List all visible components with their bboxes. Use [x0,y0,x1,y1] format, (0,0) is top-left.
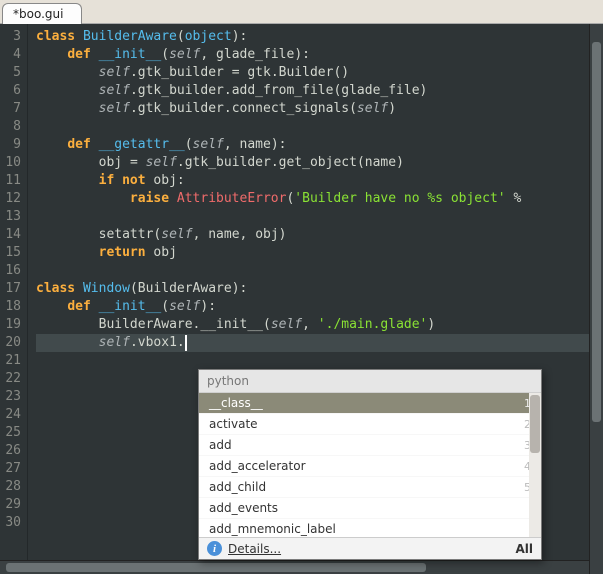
code-line[interactable]: def __init__(self): [36,298,589,316]
code-line[interactable]: def __getattr__(self, name): [36,136,589,154]
line-number: 8 [0,118,21,136]
code-line[interactable]: return obj [36,244,589,262]
autocomplete-item[interactable]: __class__1 [199,393,541,414]
line-number: 29 [0,496,21,514]
tab-bar: *boo.gui [0,0,603,24]
code-line[interactable]: setattr(self, name, obj) [36,226,589,244]
line-number: 7 [0,100,21,118]
vertical-scrollbar-thumb[interactable] [592,42,601,422]
tab-title: *boo.gui [13,7,63,21]
line-number-gutter: 3456789101112131415161718192021222324252… [0,24,28,574]
code-line[interactable]: self.gtk_builder = gtk.Builder() [36,64,589,82]
code-line[interactable]: self.gtk_builder.add_from_file(glade_fil… [36,82,589,100]
code-line[interactable]: raise AttributeError('Builder have no %s… [36,190,589,208]
autocomplete-list[interactable]: __class__1activate2add3add_accelerator4a… [199,393,541,537]
autocomplete-item-label: activate [209,417,258,431]
line-number: 4 [0,46,21,64]
line-number: 23 [0,388,21,406]
line-number: 9 [0,136,21,154]
line-number: 27 [0,460,21,478]
code-line[interactable]: class BuilderAware(object): [36,28,589,46]
autocomplete-item[interactable]: activate2 [199,414,541,435]
line-number: 16 [0,262,21,280]
autocomplete-footer: i Details... All [199,537,541,559]
text-cursor [185,335,187,351]
autocomplete-item-label: __class__ [209,396,263,410]
line-number: 20 [0,334,21,352]
line-number: 10 [0,154,21,172]
file-tab[interactable]: *boo.gui [2,3,82,24]
autocomplete-item[interactable]: add_child5 [199,477,541,498]
code-line[interactable]: def __init__(self, glade_file): [36,46,589,64]
autocomplete-scrollbar[interactable] [529,393,541,537]
code-line[interactable] [36,118,589,136]
line-number: 28 [0,478,21,496]
code-line[interactable]: self.vbox1. [36,334,589,352]
line-number: 12 [0,190,21,208]
vertical-scrollbar[interactable] [589,24,603,574]
autocomplete-item[interactable]: add_mnemonic_label [199,519,541,537]
code-line[interactable] [36,352,589,370]
line-number: 5 [0,64,21,82]
line-number: 21 [0,352,21,370]
line-number: 13 [0,208,21,226]
autocomplete-type-hint: python [199,370,541,393]
autocomplete-item[interactable]: add3 [199,435,541,456]
autocomplete-item-label: add_mnemonic_label [209,522,336,536]
line-number: 17 [0,280,21,298]
line-number: 19 [0,316,21,334]
code-line[interactable]: self.gtk_builder.connect_signals(self) [36,100,589,118]
code-line[interactable]: obj = self.gtk_builder.get_object(name) [36,154,589,172]
line-number: 18 [0,298,21,316]
autocomplete-item-label: add_events [209,501,278,515]
info-icon: i [207,541,222,556]
autocomplete-item[interactable]: add_events [199,498,541,519]
line-number: 6 [0,82,21,100]
line-number: 30 [0,514,21,532]
line-number: 26 [0,442,21,460]
line-number: 14 [0,226,21,244]
horizontal-scrollbar-thumb[interactable] [6,563,426,572]
line-number: 15 [0,244,21,262]
code-line[interactable]: BuilderAware.__init__(self, './main.glad… [36,316,589,334]
autocomplete-item-label: add_accelerator [209,459,306,473]
autocomplete-item-label: add_child [209,480,266,494]
all-button[interactable]: All [515,542,533,556]
autocomplete-popup: python __class__1activate2add3add_accele… [198,369,542,560]
autocomplete-item-label: add [209,438,232,452]
details-link[interactable]: Details... [228,542,281,556]
line-number: 11 [0,172,21,190]
code-line[interactable]: if not obj: [36,172,589,190]
code-line[interactable]: class Window(BuilderAware): [36,280,589,298]
line-number: 3 [0,28,21,46]
code-line[interactable] [36,208,589,226]
line-number: 24 [0,406,21,424]
line-number: 25 [0,424,21,442]
autocomplete-scrollbar-thumb[interactable] [530,395,540,453]
code-line[interactable] [36,262,589,280]
horizontal-scrollbar[interactable] [0,560,589,574]
line-number: 22 [0,370,21,388]
autocomplete-item[interactable]: add_accelerator4 [199,456,541,477]
